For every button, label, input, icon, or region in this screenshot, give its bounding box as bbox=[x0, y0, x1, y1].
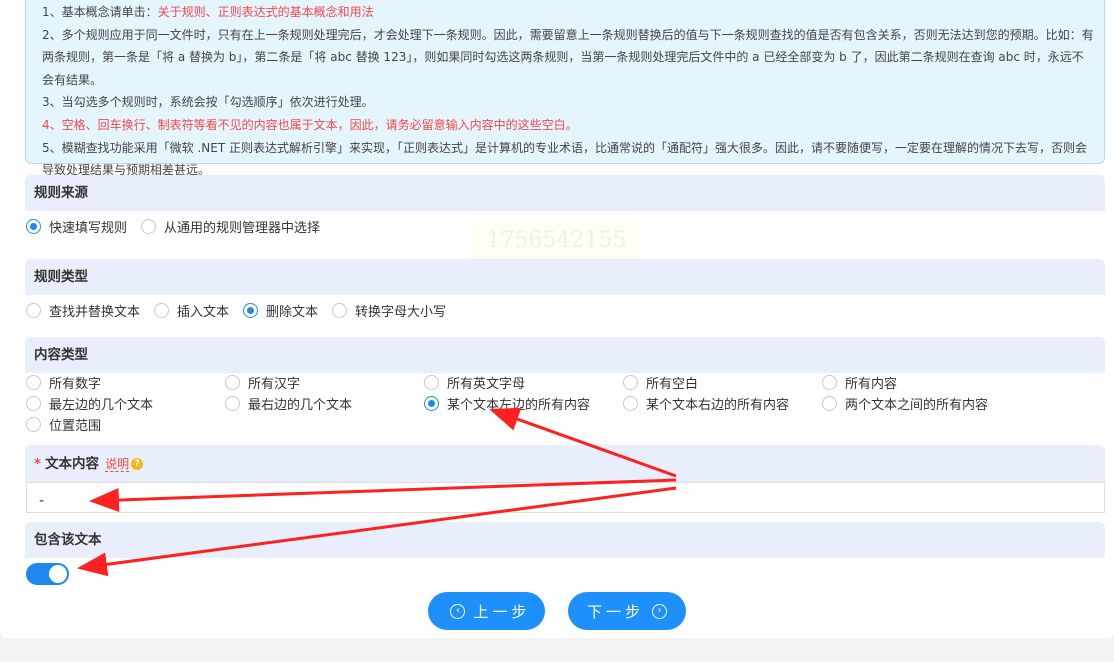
note-1: 1、基本概念请单击： bbox=[42, 5, 158, 19]
radio-label: 两个文本之间的所有内容 bbox=[845, 398, 989, 413]
radio-label: 查找并替换文本 bbox=[49, 305, 141, 320]
rule-type-header: 规则类型 bbox=[25, 259, 1105, 295]
rules-help-link[interactable]: 关于规则、正则表达式的基本概念和用法 bbox=[158, 5, 374, 19]
radio-label: 某个文本右边的所有内容 bbox=[646, 398, 790, 413]
radio-all-whitespace[interactable]: 所有空白 bbox=[623, 372, 808, 393]
text-content-label: 文本内容 bbox=[45, 456, 100, 472]
next-step-button[interactable]: 下一步 › bbox=[568, 592, 686, 630]
radio-all-letters[interactable]: 所有英文字母 bbox=[424, 372, 609, 393]
radio-right-of-text[interactable]: 某个文本右边的所有内容 bbox=[623, 393, 808, 414]
text-content-input[interactable]: - bbox=[26, 482, 1105, 513]
chevron-right-icon: › bbox=[652, 603, 667, 619]
radio-label: 从通用的规则管理器中选择 bbox=[164, 221, 321, 236]
radio-leftmost[interactable]: 最左边的几个文本 bbox=[26, 393, 211, 414]
radio-dot bbox=[26, 219, 41, 234]
radio-label: 快速填写规则 bbox=[49, 221, 128, 236]
radio-label: 最左边的几个文本 bbox=[49, 398, 154, 413]
radio-find-replace[interactable]: 查找并替换文本 bbox=[26, 300, 140, 321]
radio-rightmost[interactable]: 最右边的几个文本 bbox=[225, 393, 410, 414]
radio-delete-text[interactable]: 删除文本 bbox=[243, 300, 318, 321]
required-mark: * bbox=[34, 456, 42, 472]
note-4: 4、空格、回车换行、制表符等看不见的内容也属于文本，因此，请务必留意输入内容中的… bbox=[42, 117, 578, 132]
radio-dot bbox=[225, 396, 240, 411]
radio-dot bbox=[822, 375, 837, 390]
text-content-header: * 文本内容 说明? bbox=[25, 445, 1105, 483]
prev-step-button[interactable]: ‹ 上一步 bbox=[428, 592, 545, 630]
radio-position-range[interactable]: 位置范围 bbox=[26, 414, 211, 435]
radio-label: 插入文本 bbox=[177, 305, 230, 320]
radio-dot bbox=[332, 303, 348, 318]
wizard-panel: 1、基本概念请单击：关于规则、正则表达式的基本概念和用法 2、多个规则应用于同一… bbox=[0, 0, 1114, 638]
notes-box: 1、基本概念请单击：关于规则、正则表达式的基本概念和用法 2、多个规则应用于同一… bbox=[25, 0, 1105, 177]
note-3: 3、当勾选多个规则时，系统会按「勾选顺序」依次进行处理。 bbox=[42, 95, 374, 110]
rule-source-header: 规则来源 bbox=[25, 175, 1105, 211]
radio-insert-text[interactable]: 插入文本 bbox=[154, 300, 229, 321]
radio-dot bbox=[26, 375, 41, 390]
question-icon[interactable]: ? bbox=[131, 458, 144, 470]
content-type-options: 所有数字 所有汉字 所有英文字母 所有空白 所有内容 最左边的几个文本 最右边的… bbox=[26, 372, 1026, 435]
radio-dot bbox=[141, 219, 157, 234]
next-label: 下一步 bbox=[586, 602, 644, 621]
radio-between-texts[interactable]: 两个文本之间的所有内容 bbox=[822, 393, 1007, 414]
radio-label: 所有英文字母 bbox=[447, 377, 526, 392]
radio-dot bbox=[26, 396, 41, 411]
content-type-header: 内容类型 bbox=[25, 337, 1105, 373]
radio-dot bbox=[154, 303, 170, 318]
rule-source-options: 快速填写规则 从通用的规则管理器中选择 bbox=[26, 216, 334, 237]
radio-left-of-text[interactable]: 某个文本左边的所有内容 bbox=[424, 393, 609, 414]
radio-rule-manager[interactable]: 从通用的规则管理器中选择 bbox=[141, 216, 320, 237]
radio-label: 所有数字 bbox=[49, 377, 102, 392]
radio-label: 位置范围 bbox=[49, 419, 102, 434]
help-link[interactable]: 说明 bbox=[105, 457, 130, 472]
include-text-header: 包含该文本 bbox=[25, 522, 1105, 558]
radio-label: 所有空白 bbox=[646, 377, 699, 392]
radio-dot bbox=[623, 396, 638, 411]
radio-all-chinese[interactable]: 所有汉字 bbox=[225, 372, 410, 393]
watermark: 1756542155 bbox=[473, 222, 640, 260]
radio-dot bbox=[424, 375, 439, 390]
radio-all-digits[interactable]: 所有数字 bbox=[26, 372, 211, 393]
radio-dot bbox=[424, 396, 439, 411]
rule-type-options: 查找并替换文本 插入文本 删除文本 转换字母大小写 bbox=[26, 300, 460, 321]
radio-dot bbox=[822, 396, 837, 411]
prev-label: 上一步 bbox=[473, 602, 531, 621]
radio-dot bbox=[225, 375, 240, 390]
note-2: 2、多个规则应用于同一文件时，只有在上一条规则处理完后，才会处理下一条规则。因此… bbox=[42, 27, 1094, 87]
radio-label: 最右边的几个文本 bbox=[248, 398, 353, 413]
radio-dot bbox=[26, 303, 41, 318]
radio-label: 所有内容 bbox=[845, 377, 898, 392]
radio-dot bbox=[623, 375, 638, 390]
radio-dot bbox=[243, 303, 259, 318]
radio-label: 某个文本左边的所有内容 bbox=[447, 398, 591, 413]
radio-label: 所有汉字 bbox=[248, 377, 301, 392]
include-text-toggle[interactable] bbox=[26, 563, 69, 585]
radio-dot bbox=[26, 417, 41, 432]
radio-quick-fill[interactable]: 快速填写规则 bbox=[26, 216, 127, 237]
radio-label: 删除文本 bbox=[266, 305, 319, 320]
chevron-left-icon: ‹ bbox=[450, 603, 466, 619]
radio-convert-case[interactable]: 转换字母大小写 bbox=[332, 300, 446, 321]
radio-all-content[interactable]: 所有内容 bbox=[822, 372, 1007, 393]
radio-label: 转换字母大小写 bbox=[355, 305, 447, 320]
